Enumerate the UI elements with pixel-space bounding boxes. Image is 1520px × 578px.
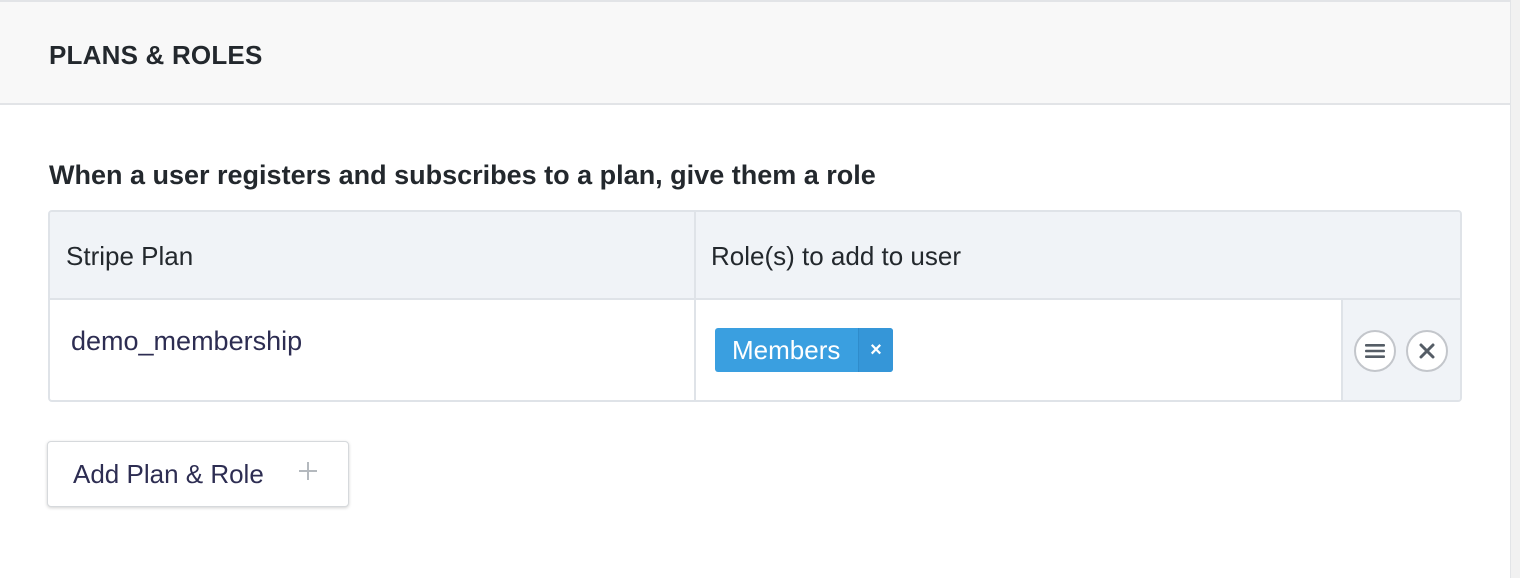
window-edge	[1510, 0, 1520, 578]
table-header: Stripe Plan Role(s) to add to user	[50, 212, 1460, 300]
role-tag-label: Members	[732, 334, 841, 365]
plans-roles-panel: PLANS & ROLES When a user registers and …	[0, 0, 1510, 578]
plan-role-table: Stripe Plan Role(s) to add to user demo_…	[48, 210, 1462, 402]
panel-description: When a user registers and subscribes to …	[49, 160, 876, 190]
panel-title: PLANS & ROLES	[49, 40, 263, 70]
add-plan-role-label: Add Plan & Role	[73, 458, 264, 489]
role-tag: Members ×	[715, 328, 893, 372]
menu-lines-icon	[1365, 344, 1385, 358]
column-header-roles: Role(s) to add to user	[711, 241, 962, 271]
add-plan-role-button[interactable]: Add Plan & Role	[47, 441, 349, 507]
plus-icon	[299, 462, 317, 480]
column-divider	[694, 212, 696, 400]
column-header-stripe-plan: Stripe Plan	[66, 241, 194, 271]
reorder-button[interactable]	[1354, 330, 1396, 372]
row-actions	[1341, 300, 1460, 400]
role-tag-remove-button[interactable]: ×	[858, 328, 893, 372]
panel-header: PLANS & ROLES	[0, 2, 1510, 105]
plan-cell[interactable]: demo_membership	[71, 326, 302, 357]
close-icon	[1419, 343, 1435, 359]
remove-row-button[interactable]	[1406, 330, 1448, 372]
